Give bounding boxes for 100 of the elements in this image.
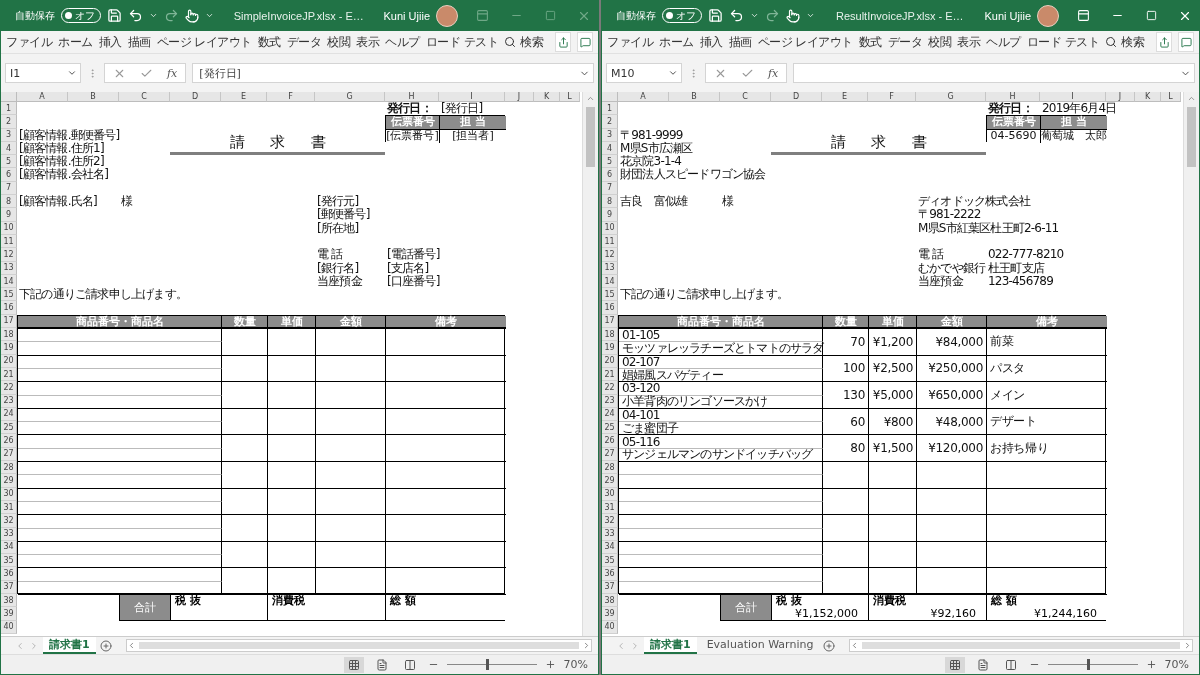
caret-icon[interactable] [750,11,759,20]
horizontal-scrollbar[interactable] [849,639,1193,652]
menu-tab[interactable]: ロード テスト [425,33,499,51]
scrollbar-thumb[interactable] [862,642,1180,649]
column-heading[interactable]: C [720,92,771,102]
scrollbar-thumb[interactable] [138,642,579,649]
scroll-right-icon[interactable] [582,641,591,650]
column-heading[interactable]: G [315,92,385,102]
zoom-in-icon[interactable] [1145,659,1157,670]
sheet-tab[interactable]: Evaluation Warning [700,637,820,654]
name-box[interactable]: M10 [606,63,682,83]
row-heading[interactable]: 15 [1,288,17,302]
menu-tab[interactable]: ヘルプ [385,33,420,51]
column-heading[interactable]: I [1040,92,1106,102]
row-heading[interactable]: 36 [1,567,17,581]
row-heading[interactable]: 9 [1,208,17,222]
menu-tab[interactable]: ページ レイアウト [156,33,252,51]
column-heading[interactable]: D [771,92,822,102]
row-heading[interactable]: 29 [602,474,618,488]
save-icon[interactable] [708,8,723,23]
sheet-tab[interactable]: 請求書1 [43,637,96,654]
row-heading[interactable]: 25 [1,421,17,435]
column-heading[interactable]: L [1161,92,1181,102]
row-heading[interactable]: 25 [602,421,618,435]
row-heading[interactable]: 5 [602,155,618,169]
zoom-thumb[interactable] [1087,659,1091,670]
insert-function-button[interactable]: fx [768,66,779,80]
save-icon[interactable] [107,8,122,23]
row-heading[interactable]: 1 [1,102,17,116]
row-heading[interactable]: 16 [602,301,618,315]
redo-icon[interactable] [765,8,780,23]
row-heading[interactable]: 22 [1,381,17,395]
menu-tab[interactable]: ヘルプ [986,33,1021,51]
vertical-scrollbar[interactable] [1183,92,1199,636]
row-heading[interactable]: 8 [1,195,17,209]
touch-icon[interactable] [185,8,199,23]
row-heading[interactable]: 26 [1,434,17,448]
row-heading[interactable]: 22 [602,381,618,395]
row-heading[interactable]: 18 [602,328,618,342]
row-heading[interactable]: 26 [602,434,618,448]
row-heading[interactable]: 29 [1,474,17,488]
menu-tab[interactable]: 校閲 [928,33,952,51]
scroll-right-icon[interactable] [1183,641,1192,650]
next-sheet-icon[interactable] [29,640,39,651]
row-heading[interactable]: 32 [602,514,618,528]
row-heading[interactable]: 28 [602,461,618,475]
menu-tab[interactable]: ロード テスト [1026,33,1100,51]
sheet-tab[interactable]: 請求書1 [644,637,697,654]
column-heading[interactable]: D [170,92,221,102]
column-heading[interactable]: I [439,92,505,102]
column-heading[interactable]: K [534,92,560,102]
row-heading[interactable]: 2 [602,115,618,129]
previous-sheet-icon[interactable] [15,640,25,651]
row-heading[interactable]: 6 [602,168,618,182]
avatar[interactable] [436,4,458,27]
search-button[interactable]: 検索 [1105,33,1145,51]
column-heading[interactable]: H [385,92,439,102]
redo-icon[interactable] [164,8,179,23]
row-heading[interactable]: 19 [1,341,17,355]
horizontal-scrollbar[interactable] [125,639,592,652]
row-heading[interactable]: 12 [1,248,17,262]
menu-tab[interactable]: 描画 [728,33,752,51]
row-heading[interactable]: 32 [1,514,17,528]
column-heading[interactable]: E [822,92,868,102]
caret-icon[interactable] [149,11,158,20]
add-sheet-icon[interactable] [99,639,112,652]
share-button[interactable] [1156,32,1173,52]
row-heading[interactable]: 8 [602,195,618,209]
caret-icon[interactable] [205,11,214,20]
add-sheet-icon[interactable] [823,639,836,652]
row-heading[interactable]: 1 [602,102,618,116]
normal-view-button[interactable] [944,656,965,673]
row-heading[interactable]: 39 [1,607,17,621]
row-heading[interactable]: 9 [602,208,618,222]
column-heading[interactable]: J [505,92,534,102]
scrollbar-thumb[interactable] [586,107,595,167]
comments-button[interactable] [1178,32,1194,52]
menu-tab[interactable]: 表示 [356,33,380,51]
menu-tab[interactable]: ホーム [659,33,694,51]
share-button[interactable] [555,32,572,52]
zoom-in-icon[interactable] [544,659,556,670]
menu-tab[interactable]: 数式 [858,33,882,51]
scroll-up-icon[interactable] [1187,94,1196,103]
menu-tab[interactable]: データ [286,33,322,51]
column-heading[interactable]: G [916,92,986,102]
row-heading[interactable]: 35 [1,554,17,568]
row-heading[interactable]: 35 [602,554,618,568]
next-sheet-icon[interactable] [630,640,640,651]
zoom-thumb[interactable] [486,659,490,670]
avatar[interactable] [1037,4,1059,27]
row-heading[interactable]: 12 [602,248,618,262]
menu-tab[interactable]: 表示 [957,33,981,51]
undo-icon[interactable] [729,8,744,23]
column-heading[interactable]: F [267,92,315,102]
column-heading[interactable]: L [560,92,580,102]
row-heading[interactable]: 19 [602,341,618,355]
formula-field[interactable]: [発行日] [192,63,594,83]
search-button[interactable]: 検索 [504,33,544,51]
menu-tab[interactable]: ページ レイアウト [757,33,853,51]
previous-sheet-icon[interactable] [616,640,626,651]
